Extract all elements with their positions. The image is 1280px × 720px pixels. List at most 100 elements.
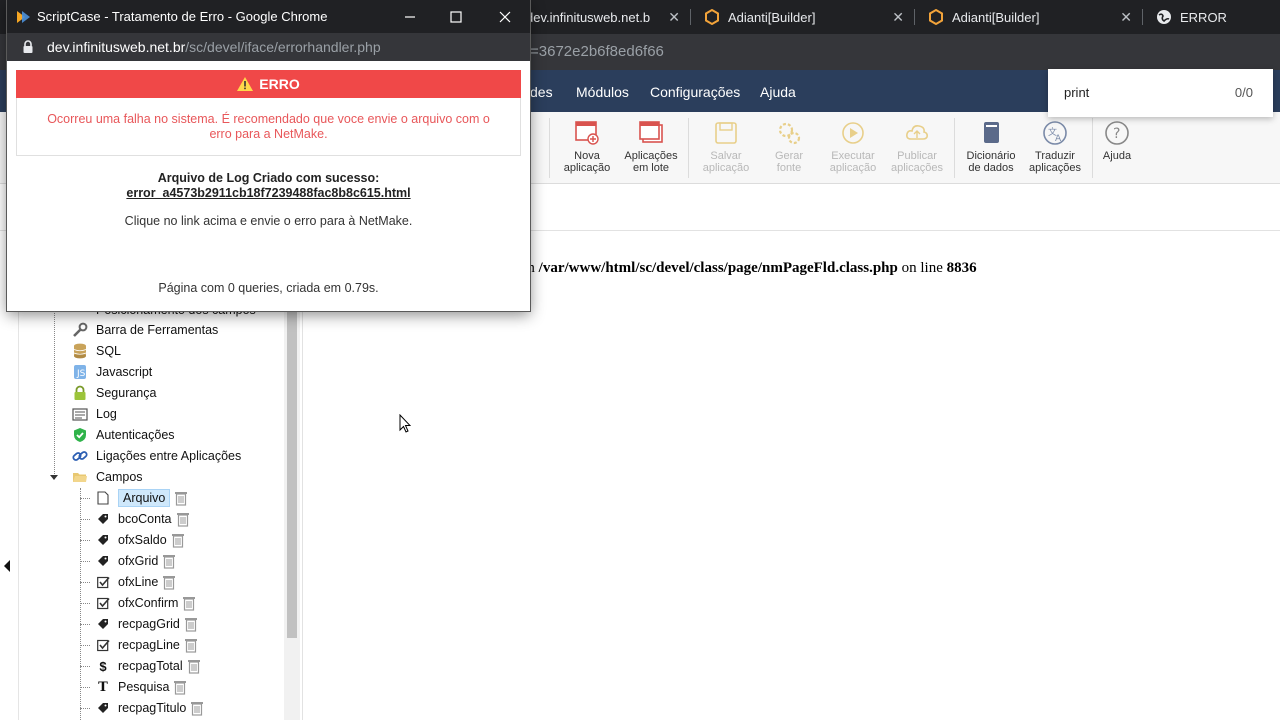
button-label: aplicações — [891, 162, 943, 174]
field-label: ofxConfirm — [118, 596, 179, 610]
scrollbar-thumb[interactable] — [287, 310, 297, 638]
tree-item-sql[interactable]: SQL — [72, 341, 121, 361]
tree-item-autenticacoes[interactable]: Autenticações — [72, 425, 175, 445]
save-application-button[interactable]: Salvar aplicação — [694, 120, 758, 174]
trash-icon[interactable] — [190, 700, 204, 716]
field-item-arquivo[interactable]: Arquivo — [80, 488, 188, 508]
help-button[interactable]: ? Ajuda — [1085, 120, 1149, 162]
field-label: ofxLine — [118, 575, 159, 589]
collapse-triangle-icon[interactable] — [50, 474, 58, 480]
trash-icon[interactable] — [171, 532, 185, 548]
button-label: de dados — [968, 162, 1014, 174]
tab-error[interactable]: ERROR — [1144, 0, 1280, 34]
field-label: Pesquisa — [118, 680, 170, 694]
tab-adianti-builder-1[interactable]: Adianti[Builder] ✕ — [692, 0, 914, 34]
data-dictionary-button[interactable]: Dicionário de dados — [959, 120, 1023, 174]
screen: dev.infinitusweb.net.b ✕ Adianti[Builder… — [0, 0, 1280, 720]
left-edge-line — [18, 310, 19, 720]
tab-adianti-builder-2[interactable]: Adianti[Builder] ✕ — [916, 0, 1142, 34]
field-label: bcoConta — [118, 512, 172, 526]
field-item-recpagtotal[interactable]: $ recpagTotal — [80, 656, 201, 676]
cloud-upload-icon — [906, 125, 928, 140]
find-match-count: 0/0 — [1234, 85, 1253, 100]
field-item-recpaggrid[interactable]: recpagGrid — [80, 614, 198, 634]
error-popup-window: ScriptCase - Tratamento de Erro - Google… — [7, 0, 530, 311]
field-item-ofxconfirm[interactable]: ofxConfirm — [80, 593, 196, 613]
warning-icon — [237, 77, 254, 91]
publish-applications-button[interactable]: Publicar aplicações — [885, 120, 949, 174]
new-application-button[interactable]: Nova aplicação — [555, 120, 619, 174]
log-file-link[interactable]: error_a4573b2911cb18f7239488fac8b8c615.h… — [7, 186, 530, 201]
wrench-icon — [72, 322, 88, 338]
toolbar-separator — [954, 118, 955, 178]
save-icon — [715, 122, 737, 144]
tree-item-ligacoes[interactable]: Ligações entre Aplicações — [72, 446, 241, 466]
close-icon[interactable]: ✕ — [1120, 9, 1132, 26]
translate-applications-button[interactable]: 文A Traduzir aplicações — [1023, 120, 1087, 174]
tag-icon — [96, 617, 110, 631]
field-item-ofxline[interactable]: ofxLine — [80, 572, 176, 592]
trash-icon[interactable] — [184, 637, 198, 653]
minimize-icon[interactable] — [387, 0, 433, 33]
tag-icon — [96, 512, 110, 526]
maximize-icon[interactable] — [433, 0, 479, 33]
close-icon[interactable]: ✕ — [668, 9, 680, 26]
tree-item-javascript[interactable]: JS Javascript — [72, 362, 152, 382]
trash-icon[interactable] — [182, 595, 196, 611]
menu-item-partial[interactable]: des — [530, 84, 553, 100]
menu-item-ajuda[interactable]: Ajuda — [760, 84, 796, 100]
message-line: 8836 — [946, 260, 977, 276]
tree-connector — [80, 539, 90, 541]
field-label: ofxSaldo — [118, 533, 167, 547]
tag-icon — [96, 533, 110, 547]
help-icon: ? — [1105, 121, 1129, 145]
tree-item-log[interactable]: Log — [72, 404, 117, 424]
trash-icon[interactable] — [184, 616, 198, 632]
tab-infinitusweb[interactable]: dev.infinitusweb.net.b ✕ — [514, 0, 690, 34]
field-item-recpagline[interactable]: recpagLine — [80, 635, 198, 655]
checkbox-icon — [96, 596, 110, 610]
field-item-bcoconta[interactable]: bcoConta — [80, 509, 190, 529]
menu-item-configuracoes[interactable]: Configurações — [650, 84, 740, 100]
field-item-ofxsaldo[interactable]: ofxSaldo — [80, 530, 185, 550]
popup-address-bar[interactable]: dev.infinitusweb.net.br/sc/devel/iface/e… — [7, 33, 530, 61]
tree-item-seguranca[interactable]: Segurança — [72, 383, 156, 403]
toolbar-separator — [549, 118, 550, 178]
collapse-left-icon[interactable] — [4, 560, 10, 572]
tab-separator — [914, 9, 915, 25]
tree-item-label: SQL — [96, 344, 122, 358]
error-message-box: Ocorreu uma falha no sistema. É recomend… — [16, 98, 521, 156]
trash-icon[interactable] — [174, 490, 188, 506]
tree-item-label: Campos — [96, 470, 143, 484]
close-icon[interactable] — [482, 0, 528, 33]
url-path: /sc/devel/iface/errorhandler.php — [185, 39, 381, 55]
close-icon[interactable]: ✕ — [892, 9, 904, 26]
tree-item-campos[interactable]: Campos — [50, 467, 143, 487]
tree-item-label: Segurança — [96, 386, 157, 400]
globe-icon — [1156, 9, 1172, 25]
field-item-pesquisa[interactable]: T Pesquisa — [80, 677, 187, 697]
field-label: ofxGrid — [118, 554, 159, 568]
tree-item-toolbar[interactable]: Barra de Ferramentas — [72, 320, 218, 340]
field-item-recpagtitulo[interactable]: recpagTitulo — [80, 698, 204, 718]
trash-icon[interactable] — [187, 658, 201, 674]
menu-item-modulos[interactable]: Módulos — [576, 84, 629, 100]
tree-item-label: Javascript — [96, 365, 153, 379]
link-icon — [72, 448, 88, 464]
trash-icon[interactable] — [162, 553, 176, 569]
trash-icon[interactable] — [173, 679, 187, 695]
button-label: Aplicações — [624, 150, 678, 162]
run-application-button[interactable]: Executar aplicação — [821, 120, 885, 174]
url-host: dev.infinitusweb.net.br — [47, 39, 186, 55]
trash-icon[interactable] — [176, 511, 190, 527]
hint-text: Clique no link acima e envie o erro para… — [124, 214, 413, 228]
trash-icon[interactable] — [162, 574, 176, 590]
find-input[interactable]: print — [1064, 85, 1089, 100]
tree-scrollbar[interactable] — [284, 310, 300, 720]
generate-source-button[interactable]: Gerar fonte — [757, 120, 821, 174]
tree-connector — [80, 707, 90, 709]
tab-label: Adianti[Builder] — [728, 9, 816, 25]
tab-separator — [690, 9, 691, 25]
batch-applications-button[interactable]: Aplicações em lote — [619, 120, 683, 174]
field-item-ofxgrid[interactable]: ofxGrid — [80, 551, 176, 571]
